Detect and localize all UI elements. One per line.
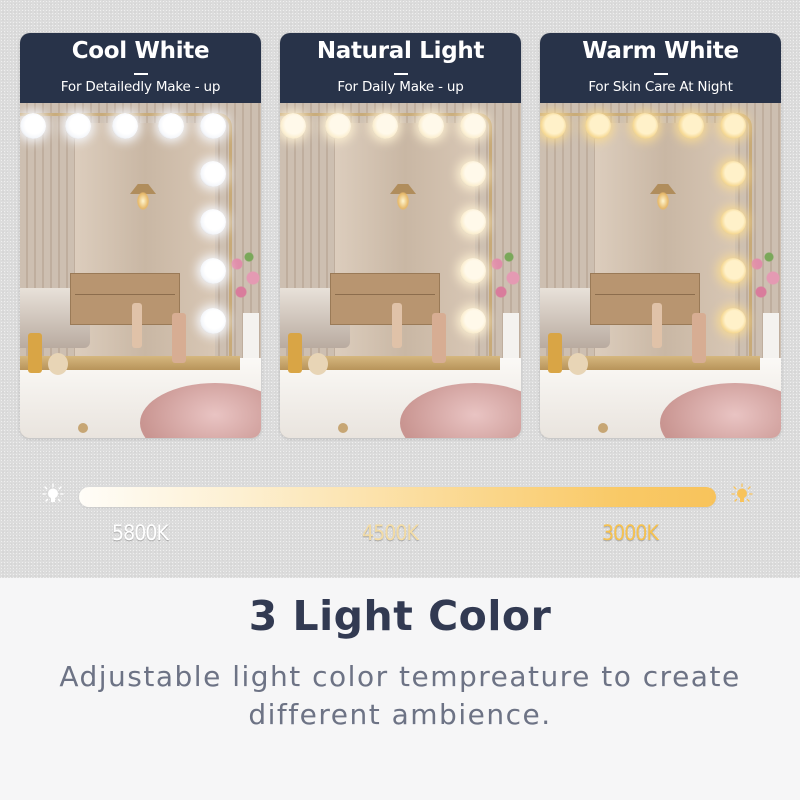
divider [653,73,668,75]
card-natural-light: Natural Light For Daily Make - up [280,33,521,438]
card-cool-white: Cool White For Detailedly Make - up [20,33,261,438]
card-warm-white: Warm White For Skin Care At Night [540,33,781,438]
vanity-bulb [112,113,138,139]
vanity-bulb [20,113,46,139]
vanity-bulb [460,161,486,187]
vanity-bulb [585,113,611,139]
vanity-bulb [418,113,444,139]
vanity-bulb [460,113,486,139]
vanity-bulb [372,113,398,139]
vanity-bulb [720,113,746,139]
vanity-bulb [200,161,226,187]
vanity-bulb [720,258,746,284]
vanity-mirror-photo [540,103,781,438]
card-title: Warm White [582,38,739,64]
vanity-bulb [158,113,184,139]
temperature-gradient-bar [79,487,716,507]
card-subtitle: For Detailedly Make - up [60,79,221,95]
color-temperature-scale: 5800K 4500K 3000K [0,470,800,560]
divider [393,73,408,75]
vanity-bulb [200,113,226,139]
card-title: Cool White [71,38,210,64]
vanity-bulb [540,113,566,139]
vanity-bulb [460,258,486,284]
warm-sun-icon [731,483,753,502]
temp-label-warm: 3000K [602,521,659,545]
card-header: Warm White For Skin Care At Night [540,33,781,103]
cool-bulb-icon [42,483,64,502]
card-subtitle: For Daily Make - up [337,79,464,95]
vanity-bulb [280,113,306,139]
vanity-mirror-photo [280,103,521,438]
vanity-bulb [720,209,746,235]
vanity-bulb [65,113,91,139]
vanity-bulb [200,308,226,334]
vanity-mirror-photo [20,103,261,438]
temp-label-natural: 4500K [362,521,419,545]
card-title: Natural Light [316,38,485,64]
vanity-bulb [720,161,746,187]
vanity-bulb [325,113,351,139]
vanity-bulb [720,308,746,334]
vanity-bulb [632,113,658,139]
vanity-bulb [460,209,486,235]
temp-label-cool: 5800K [112,521,169,545]
vanity-bulb [678,113,704,139]
card-subtitle: For Skin Care At Night [588,79,733,95]
card-header: Cool White For Detailedly Make - up [20,33,261,103]
vanity-bulb [200,258,226,284]
description: Adjustable light color tempreature to cr… [59,660,741,731]
vanity-bulb [460,308,486,334]
vanity-bulb [200,209,226,235]
divider [133,73,148,75]
headline: 3 Light Color [248,592,552,640]
card-header: Natural Light For Daily Make - up [280,33,521,103]
